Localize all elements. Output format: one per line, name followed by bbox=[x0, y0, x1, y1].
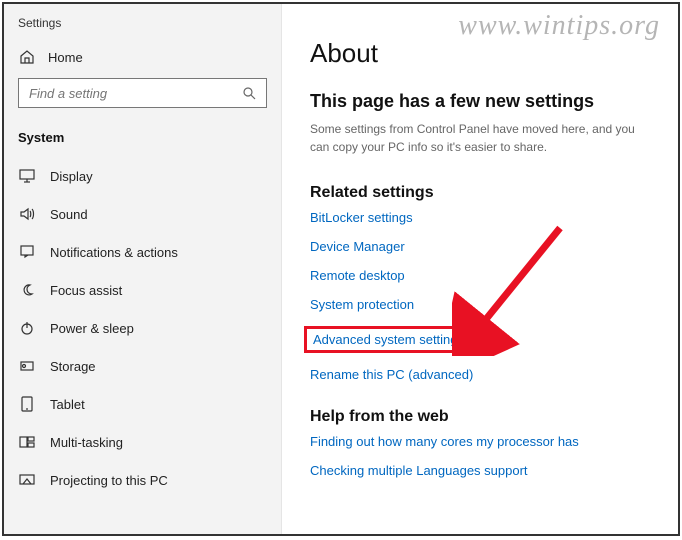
sidebar: Settings Home System Display Sound bbox=[4, 4, 282, 534]
sidebar-item-projecting[interactable]: Projecting to this PC bbox=[4, 461, 281, 499]
tablet-icon bbox=[18, 395, 36, 413]
related-link[interactable]: Rename this PC (advanced) bbox=[310, 367, 650, 382]
highlight-box: Advanced system settings bbox=[304, 326, 473, 353]
search-box[interactable] bbox=[18, 78, 267, 108]
sidebar-item-label: Multi-tasking bbox=[50, 435, 123, 450]
sidebar-item-sound[interactable]: Sound bbox=[4, 195, 281, 233]
nav-list: Display Sound Notifications & actions Focus… bbox=[4, 157, 281, 499]
sidebar-item-multitask[interactable]: Multi-tasking bbox=[4, 423, 281, 461]
related-link[interactable]: Advanced system settings bbox=[313, 332, 464, 347]
category-header: System bbox=[4, 124, 281, 157]
sidebar-item-notifications[interactable]: Notifications & actions bbox=[4, 233, 281, 271]
new-settings-heading: This page has a few new settings bbox=[310, 91, 650, 112]
sidebar-item-label: Power & sleep bbox=[50, 321, 134, 336]
related-link[interactable]: System protection bbox=[310, 297, 650, 312]
app-title: Settings bbox=[4, 12, 281, 40]
new-settings-description: Some settings from Control Panel have mo… bbox=[310, 120, 650, 156]
sidebar-item-label: Tablet bbox=[50, 397, 85, 412]
home-icon bbox=[18, 48, 36, 66]
related-links-list: BitLocker settings Device Manager Remote d… bbox=[310, 210, 650, 382]
related-link[interactable]: Remote desktop bbox=[310, 268, 650, 283]
help-links-list: Finding out how many cores my processor … bbox=[310, 434, 650, 478]
sound-icon bbox=[18, 205, 36, 223]
projecting-icon bbox=[18, 471, 36, 489]
sidebar-item-label: Storage bbox=[50, 359, 96, 374]
sidebar-item-label: Sound bbox=[50, 207, 88, 222]
related-settings-heading: Related settings bbox=[310, 184, 650, 202]
sidebar-item-label: Notifications & actions bbox=[50, 245, 178, 260]
multitask-icon bbox=[18, 433, 36, 451]
help-link[interactable]: Checking multiple Languages support bbox=[310, 463, 650, 478]
sidebar-item-home[interactable]: Home bbox=[4, 40, 281, 78]
page-title: About bbox=[310, 38, 650, 69]
sidebar-item-power[interactable]: Power & sleep bbox=[4, 309, 281, 347]
sidebar-item-tablet[interactable]: Tablet bbox=[4, 385, 281, 423]
sidebar-item-focus[interactable]: Focus assist bbox=[4, 271, 281, 309]
help-link[interactable]: Finding out how many cores my processor … bbox=[310, 434, 650, 449]
sidebar-item-storage[interactable]: Storage bbox=[4, 347, 281, 385]
home-label: Home bbox=[48, 50, 83, 65]
power-icon bbox=[18, 319, 36, 337]
notifications-icon bbox=[18, 243, 36, 261]
display-icon bbox=[18, 167, 36, 185]
focus-icon bbox=[18, 281, 36, 299]
sidebar-item-label: Focus assist bbox=[50, 283, 122, 298]
search-input[interactable] bbox=[27, 85, 240, 102]
help-heading: Help from the web bbox=[310, 408, 650, 426]
related-link[interactable]: BitLocker settings bbox=[310, 210, 650, 225]
sidebar-item-display[interactable]: Display bbox=[4, 157, 281, 195]
related-link[interactable]: Device Manager bbox=[310, 239, 650, 254]
search-icon bbox=[240, 84, 258, 102]
sidebar-item-label: Display bbox=[50, 169, 93, 184]
content-pane: About This page has a few new settings S… bbox=[282, 4, 678, 534]
storage-icon bbox=[18, 357, 36, 375]
sidebar-item-label: Projecting to this PC bbox=[50, 473, 168, 488]
